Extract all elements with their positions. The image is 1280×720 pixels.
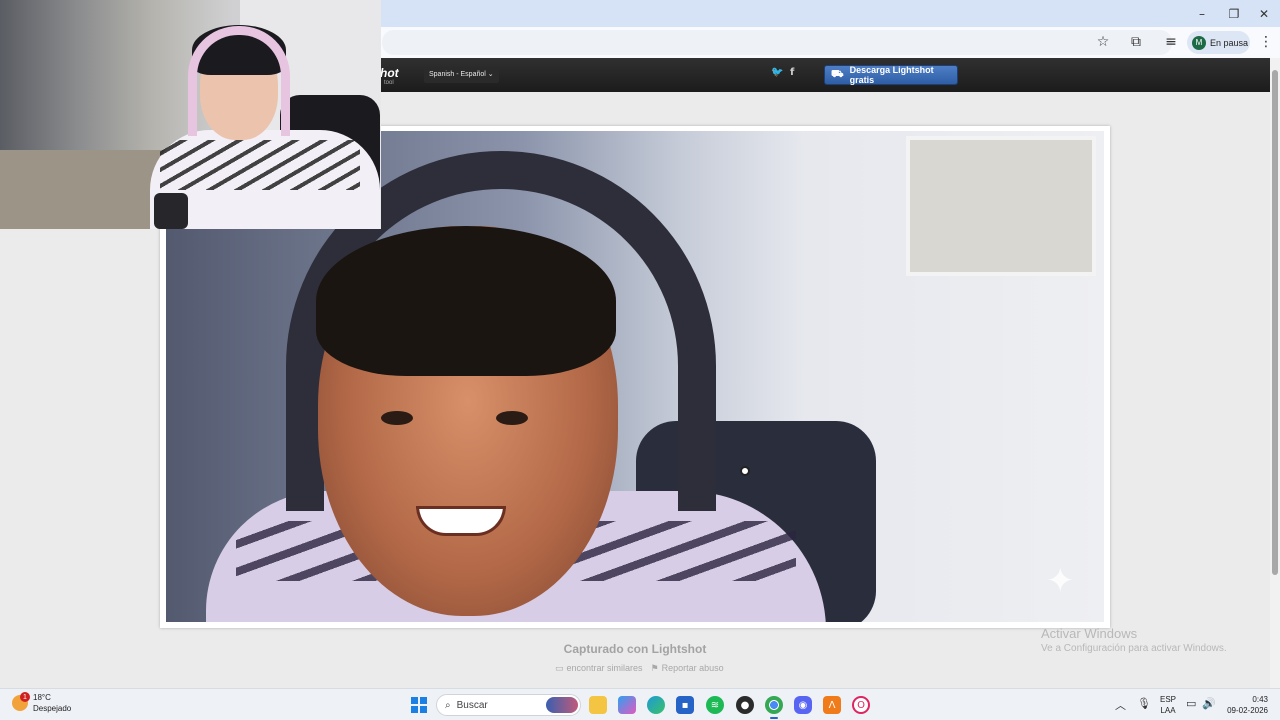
- webcam-overlay: [0, 0, 381, 229]
- chrome-beta-icon[interactable]: ●: [736, 696, 754, 714]
- clock-date: 09-02-2026: [1227, 706, 1268, 715]
- search-highlight-image: [546, 697, 578, 713]
- tray-overflow-chevron-icon[interactable]: ︿: [1115, 697, 1126, 713]
- activate-windows-title: Activar Windows: [1041, 626, 1138, 641]
- screenshot-wall-shelf: [906, 136, 1096, 276]
- weather-temperature: 18°C: [33, 693, 51, 702]
- download-icon: ⛟: [831, 68, 844, 80]
- edge-icon[interactable]: [647, 696, 665, 714]
- flag-icon: ⚑: [650, 664, 659, 674]
- webcam-microphone: [154, 193, 188, 229]
- screenshot-right-eye: [496, 411, 528, 425]
- spotify-icon[interactable]: ≋: [706, 696, 724, 714]
- network-icon[interactable]: ▭: [1186, 697, 1196, 710]
- microsoft-store-icon[interactable]: ▪: [676, 696, 694, 714]
- taskbar-clock[interactable]: 0:43 09-02-2026: [1222, 694, 1268, 716]
- screenshot-links: ▭ encontrar similares ⚑ Reportar abuso: [555, 663, 724, 674]
- screenshot-hair: [316, 226, 616, 376]
- webcam-headset: [188, 26, 290, 136]
- download-button-label: Descarga Lightshot gratis: [849, 65, 934, 85]
- menu-kebab-icon[interactable]: ⋮: [1256, 32, 1276, 52]
- microphone-icon[interactable]: 🎙: [1137, 697, 1151, 710]
- weather-badge: 1: [20, 692, 30, 702]
- media-control-icon[interactable]: ≡: [1161, 32, 1181, 52]
- address-bar[interactable]: [382, 30, 1172, 55]
- taskbar-search[interactable]: ⌕ Buscar: [436, 694, 581, 716]
- minimize-button[interactable]: –: [1186, 0, 1218, 27]
- opera-icon[interactable]: O: [852, 696, 870, 714]
- clock-time: 0:43: [1252, 695, 1268, 704]
- profile-avatar: M: [1192, 35, 1206, 50]
- search-icon: ⌕: [445, 699, 451, 711]
- keyboard-language[interactable]: ESP LAA: [1160, 694, 1176, 716]
- mouse-cursor-icon: [740, 466, 750, 476]
- sparkle-icon: ✦: [1046, 561, 1075, 601]
- taskbar-search-label: Buscar: [456, 699, 488, 711]
- orange-app-icon[interactable]: Λ: [823, 696, 841, 714]
- scrollbar-thumb[interactable]: [1272, 70, 1278, 575]
- weather-widget[interactable]: 1 18°C Despejado: [12, 692, 71, 714]
- lightshot-logo[interactable]: hot tool: [380, 66, 399, 86]
- extensions-icon[interactable]: ⧉: [1126, 32, 1146, 52]
- copilot-icon[interactable]: [618, 696, 636, 714]
- screenshot-left-eye: [381, 411, 413, 425]
- volume-icon[interactable]: 🔊: [1202, 697, 1216, 710]
- discord-icon[interactable]: ◉: [794, 696, 812, 714]
- profile-button[interactable]: M En pausa: [1187, 31, 1250, 54]
- weather-condition: Despejado: [33, 704, 72, 713]
- image-icon: ▭: [555, 664, 564, 674]
- activate-windows-subtitle: Ve a Configuración para activar Windows.: [1041, 643, 1227, 654]
- webcam-jersey-stripes: [160, 140, 360, 190]
- windows-taskbar: 1 18°C Despejado ⌕ Buscar ▪ ≋ ● ◉ Λ O ︿ …: [0, 688, 1280, 720]
- restore-button[interactable]: ❐: [1218, 0, 1250, 27]
- profile-label: En pausa: [1210, 37, 1249, 48]
- facebook-icon[interactable]: f: [790, 67, 794, 78]
- page-scrollbar[interactable]: [1270, 58, 1280, 688]
- lightshot-logo-sub: tool: [384, 80, 394, 86]
- file-explorer-icon[interactable]: [589, 696, 607, 714]
- twitter-icon[interactable]: 🐦: [771, 67, 783, 78]
- windows-start-icon[interactable]: [411, 697, 427, 713]
- language-selector[interactable]: Spanish - Español ⌄: [424, 67, 499, 83]
- report-abuse-link[interactable]: ⚑ Reportar abuso: [651, 663, 724, 674]
- weather-sun-icon: 1: [12, 692, 30, 711]
- find-similar-link[interactable]: ▭ encontrar similares: [555, 663, 643, 674]
- bookmark-star-icon[interactable]: ☆: [1093, 32, 1113, 52]
- activate-windows-watermark: Activar Windows Ve a Configuración para …: [1041, 626, 1227, 654]
- close-button[interactable]: ✕: [1248, 0, 1280, 27]
- chrome-icon[interactable]: [765, 696, 783, 719]
- download-lightshot-button[interactable]: ⛟ Descarga Lightshot gratis: [824, 65, 958, 85]
